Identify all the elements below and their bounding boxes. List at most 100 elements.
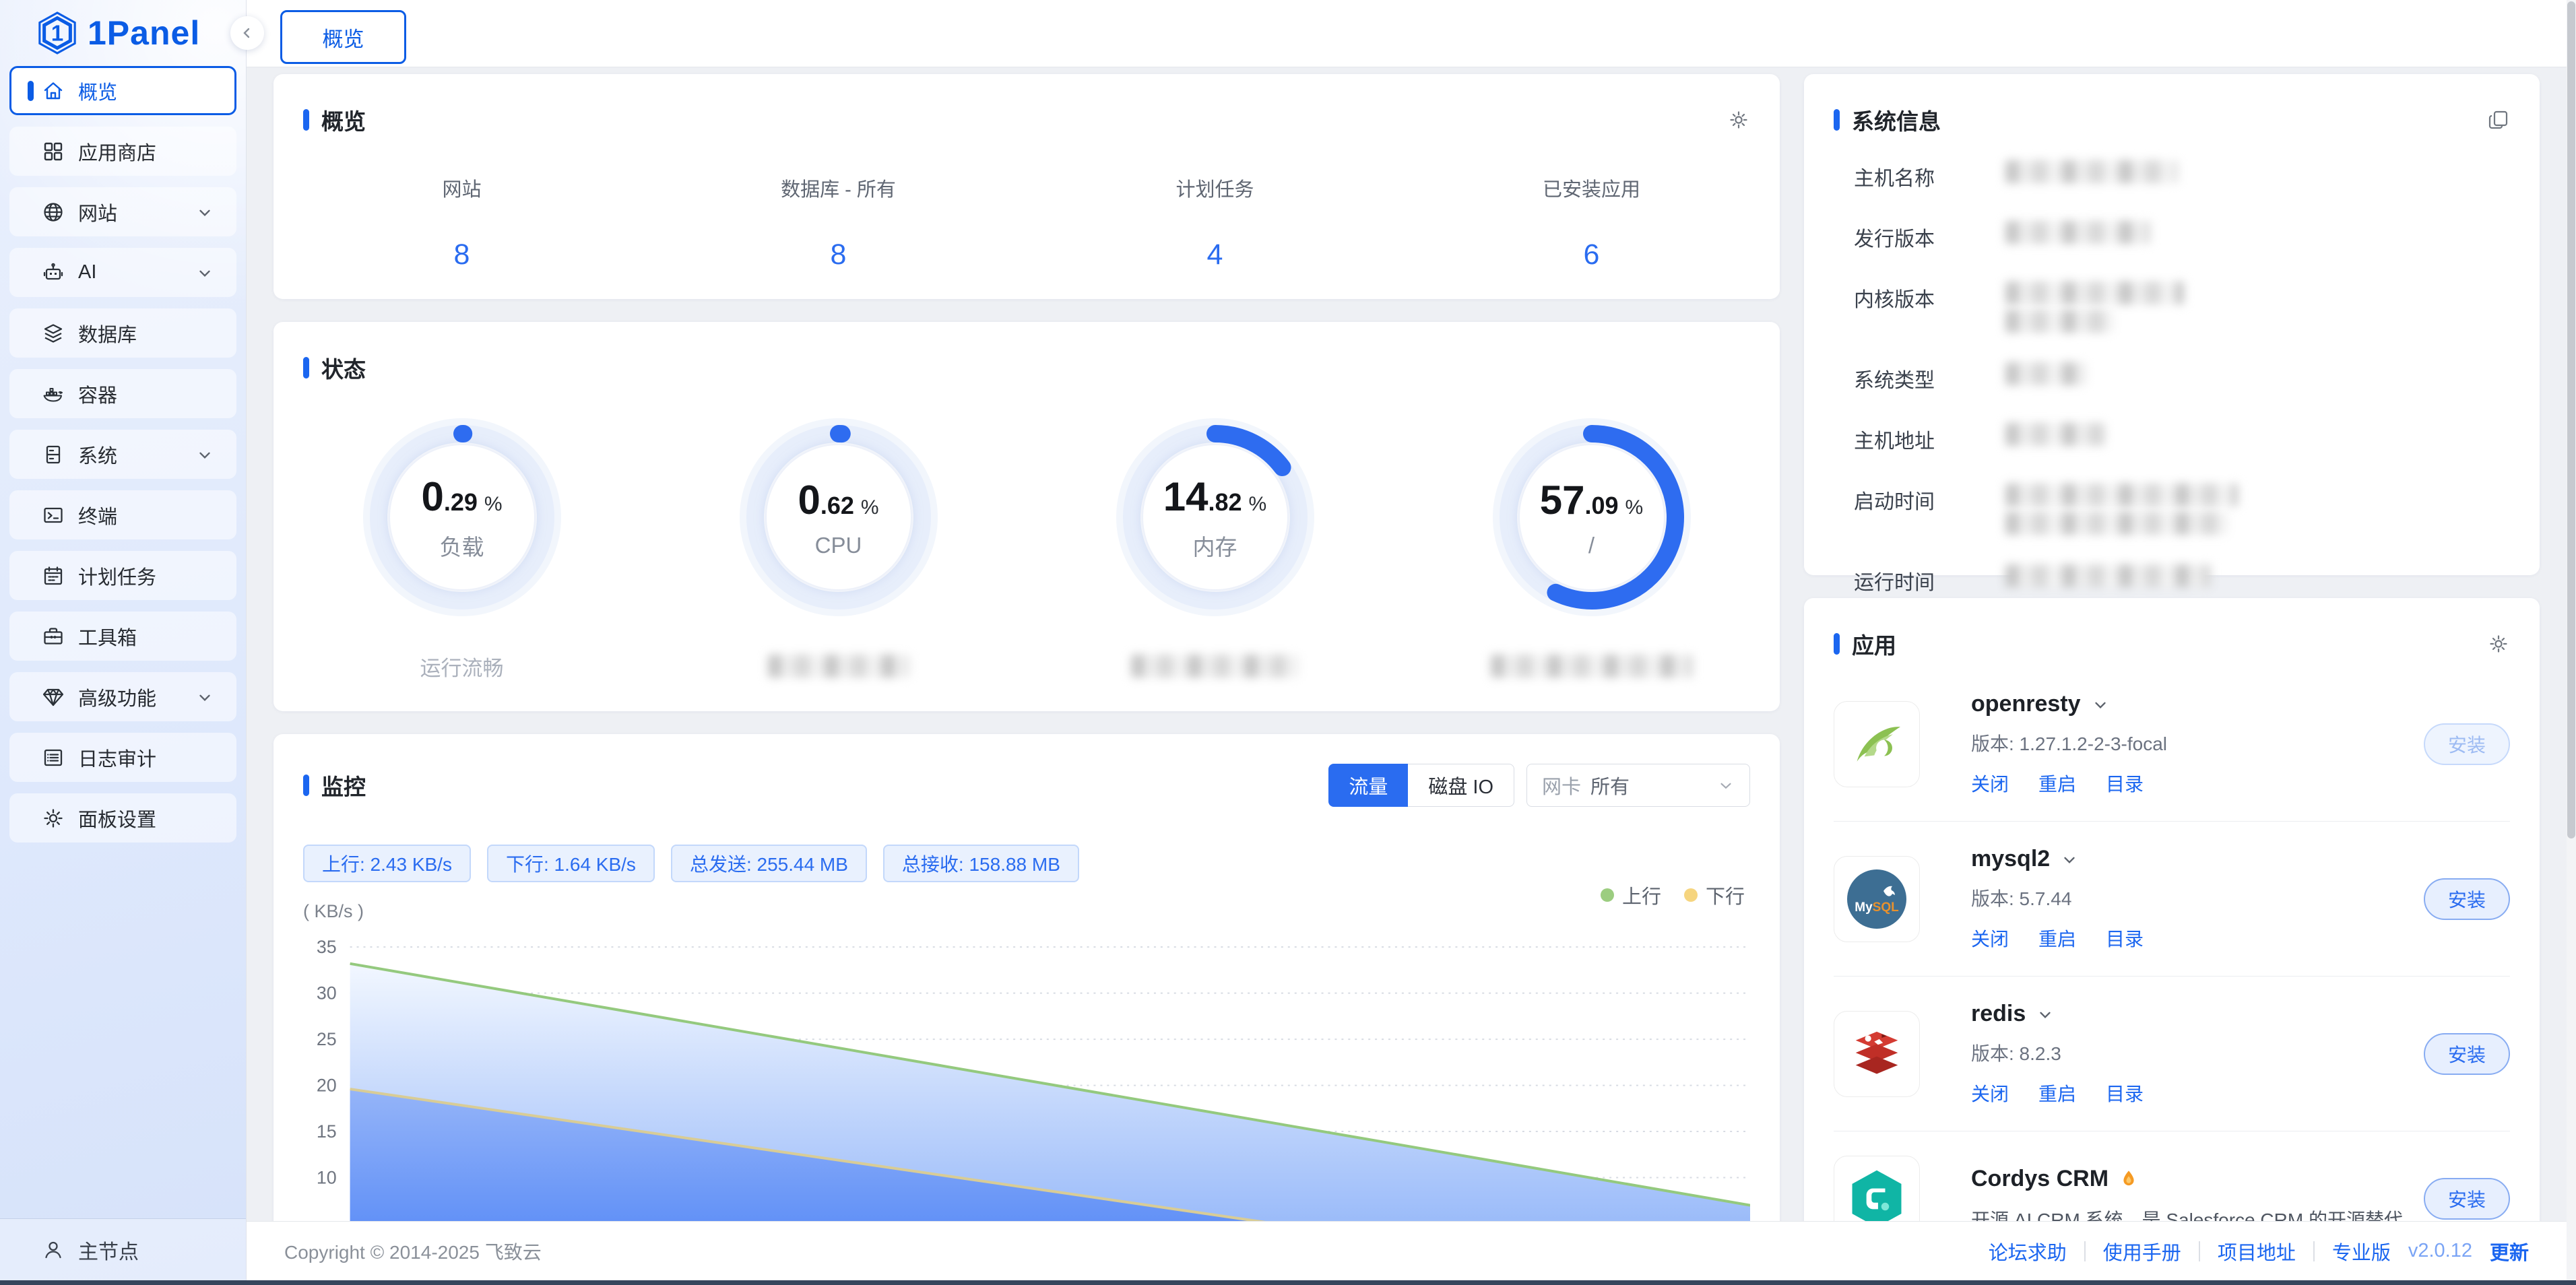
sidebar-collapse-button[interactable]: [230, 16, 264, 50]
robot-icon: [42, 261, 65, 284]
install-button[interactable]: 安装: [2424, 878, 2510, 920]
app-link-directory[interactable]: 目录: [2106, 1080, 2144, 1107]
scrollbar-thumb[interactable]: [2567, 1, 2575, 838]
sidebar-item-label: 计划任务: [78, 562, 156, 590]
gauge-text: 0.62% CPU: [738, 416, 940, 618]
app-name[interactable]: openresty: [1971, 691, 2167, 717]
install-button[interactable]: 安装: [2424, 1178, 2510, 1220]
stat-label: 已安装应用: [1403, 174, 1780, 202]
gauge-label: /: [1588, 533, 1595, 558]
stat-value-link[interactable]: 6: [1403, 238, 1780, 271]
sidebar-item-label: 工具箱: [78, 622, 137, 651]
app-name[interactable]: mysql2: [1971, 846, 2144, 872]
sidebar-item-logs[interactable]: 日志审计: [9, 733, 236, 782]
sidebar-item-database[interactable]: 数据库: [9, 308, 236, 358]
sidebar-item-overview[interactable]: 概览: [9, 66, 236, 115]
window-bottom-edge: [0, 1280, 2576, 1285]
divider: [2313, 1241, 2315, 1261]
app-link-stop[interactable]: 关闭: [1971, 925, 2009, 952]
install-button[interactable]: 安装: [2424, 723, 2510, 765]
sidebar-item-label: 面板设置: [78, 804, 156, 832]
info-row-kernel: 内核版本: [1854, 282, 2510, 333]
gear-icon[interactable]: [2487, 632, 2510, 655]
svg-text:30: 30: [317, 983, 337, 1003]
footer-link-manual[interactable]: 使用手册: [2103, 1237, 2181, 1265]
app-link-restart[interactable]: 重启: [2038, 1080, 2076, 1107]
gear-icon[interactable]: [1727, 108, 1750, 131]
install-button[interactable]: 安装: [2424, 1033, 2510, 1075]
app-link-directory[interactable]: 目录: [2106, 770, 2144, 797]
sidebar-item-container[interactable]: 容器: [9, 369, 236, 418]
openresty-logo: [1834, 701, 1920, 787]
sidebar-item-ai[interactable]: AI: [9, 248, 236, 297]
app-list: openresty 版本: 1.27.1.2-2-3-focal 关闭 重启 目…: [1804, 660, 2540, 1285]
sidebar-item-terminal[interactable]: 终端: [9, 490, 236, 539]
copy-icon[interactable]: [2487, 108, 2510, 131]
info-label: 启动时间: [1854, 484, 2005, 535]
app-name[interactable]: Cordys CRM: [1971, 1166, 2403, 1192]
svg-text:MySQL: MySQL: [1855, 900, 1899, 915]
app-link-stop[interactable]: 关闭: [1971, 770, 2009, 797]
stat-badge-down: 下行: 1.64 KB/s: [487, 845, 655, 882]
sidebar-item-toolbox[interactable]: 工具箱: [9, 612, 236, 661]
info-label: 运行时间: [1854, 564, 2005, 595]
monitor-mode-segment: 流量 磁盘 IO: [1328, 764, 1514, 807]
sidebar-item-cronjob[interactable]: 计划任务: [9, 551, 236, 600]
svg-text:35: 35: [317, 937, 337, 957]
overview-card-title: 概览: [303, 104, 366, 136]
chevron-down-icon: [2092, 696, 2109, 713]
overview-stats: 网站 8 数据库 - 所有 8 计划任务 4 已安装应用 6: [273, 174, 1780, 271]
gauge-text: 57.09% /: [1491, 416, 1693, 618]
app-link-directory[interactable]: 目录: [2106, 925, 2144, 952]
app-name[interactable]: redis: [1971, 1001, 2144, 1027]
update-link[interactable]: 更新: [2490, 1237, 2529, 1265]
sidebar-item-website[interactable]: 网站: [9, 187, 236, 236]
chevron-down-icon: [1717, 777, 1735, 794]
node-switcher[interactable]: 主节点: [0, 1218, 246, 1280]
info-row-hostname: 主机名称: [1854, 160, 2510, 191]
footer-link-pro[interactable]: 专业版: [2332, 1237, 2391, 1265]
sidebar-item-label: AI: [78, 261, 96, 284]
redis-logo: [1834, 1011, 1920, 1097]
info-row-release: 发行版本: [1854, 221, 2510, 252]
footer-link-project[interactable]: 项目地址: [2218, 1237, 2296, 1265]
footer-link-forum[interactable]: 论坛求助: [1989, 1237, 2067, 1265]
network-card-select[interactable]: 网卡 所有: [1526, 764, 1750, 807]
system-info-card: 系统信息 主机名称 发行版本 内核版本: [1804, 74, 2540, 575]
sidebar-item-label: 网站: [78, 198, 117, 226]
chevron-down-icon: [196, 264, 214, 282]
app-link-restart[interactable]: 重启: [2038, 925, 2076, 952]
tab-disk-io[interactable]: 磁盘 IO: [1408, 764, 1514, 807]
flame-icon: [2119, 1169, 2138, 1188]
version-text: v2.0.12: [2408, 1240, 2472, 1262]
redacted-value: [2005, 221, 2150, 244]
chevron-down-icon: [196, 203, 214, 221]
status-card: 状态 0.29% 负载: [273, 322, 1780, 711]
sidebar-item-label: 数据库: [78, 319, 137, 348]
sidebar-item-appstore[interactable]: 应用商店: [9, 127, 236, 176]
app-link-restart[interactable]: 重启: [2038, 770, 2076, 797]
home-icon: [42, 79, 65, 102]
sidebar-item-system[interactable]: 系统: [9, 430, 236, 479]
right-column: 系统信息 主机名称 发行版本 内核版本: [1804, 74, 2540, 1285]
sidebar-item-advanced[interactable]: 高级功能: [9, 672, 236, 721]
terminal-icon: [42, 504, 65, 527]
app-row-mysql2: MySQL mysql2 版本: 5.7.44 关闭 重启: [1834, 822, 2510, 977]
sidebar-item-label: 日志审计: [78, 744, 156, 772]
tab-traffic[interactable]: 流量: [1328, 764, 1408, 807]
gauge-text: 0.29% 负载: [361, 416, 563, 618]
stat-value-link[interactable]: 8: [273, 238, 650, 271]
stat-badge-total-received: 总接收: 158.88 MB: [883, 845, 1079, 882]
gauge-value: 57: [1540, 477, 1585, 523]
sidebar: 1 1Panel 概览 应用商店 网站: [0, 0, 247, 1285]
user-icon: [42, 1239, 65, 1261]
gear-icon: [42, 807, 65, 830]
left-column: 概览 网站 8 数据库 - 所有 8: [273, 74, 1780, 1285]
stat-value-link[interactable]: 8: [650, 238, 1027, 271]
app-link-stop[interactable]: 关闭: [1971, 1080, 2009, 1107]
brand-logo: 1 1Panel: [0, 0, 246, 66]
tab-overview[interactable]: 概览: [280, 10, 406, 64]
svg-text:1: 1: [51, 21, 63, 46]
sidebar-item-settings[interactable]: 面板设置: [9, 793, 236, 843]
stat-value-link[interactable]: 4: [1027, 238, 1403, 271]
